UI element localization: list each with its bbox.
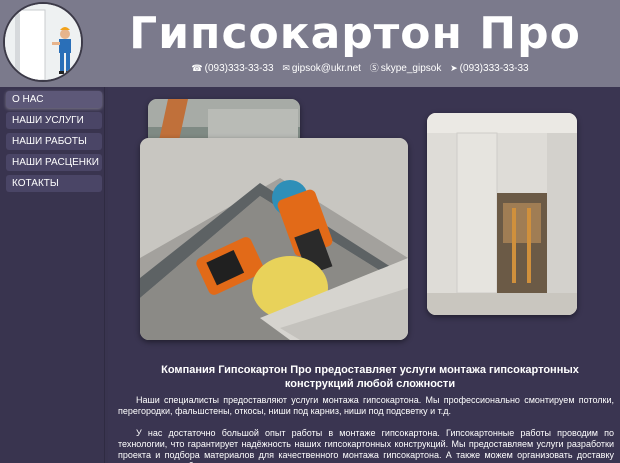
page-heading: Компания Гипсокартон Про предоставляет у… — [161, 364, 579, 390]
nav-item-about[interactable]: О НАС — [6, 91, 102, 108]
contact-skype[interactable]: Ⓢskype_gipsok — [370, 61, 442, 74]
skype-icon: Ⓢ — [369, 63, 379, 73]
sidebar: О НАС НАШИ УСЛУГИ НАШИ РАБОТЫ НАШИ РАСЦЕ… — [0, 87, 108, 463]
skype-text: skype_gipsok — [380, 63, 442, 74]
contact-bar: ☎ (093)333-33-33 ✉ gipsok@ukr.net Ⓢskype_g… — [150, 61, 570, 74]
intro-paragraph: Наши специалисты предоставляют услуги мо… — [118, 395, 614, 416]
phone-text: (093)333-33-33 — [204, 63, 274, 74]
phone-icon: ☎ — [191, 63, 203, 73]
contact-email[interactable]: ✉ gipsok@ukr.net — [282, 63, 361, 74]
experience-paragraph: У нас достаточно большой опыт работы в м… — [118, 428, 614, 463]
contact-phone[interactable]: ☎ (093)333-33-33 — [191, 63, 273, 74]
photo-drilling-drywall — [140, 138, 408, 340]
worker-illustration — [5, 4, 81, 80]
contact-messenger[interactable]: ➤ (093)333-33-33 — [450, 63, 528, 74]
sidebar-divider — [104, 87, 105, 463]
nav-item-contacts[interactable]: КОТАКТЫ — [6, 175, 102, 192]
logo[interactable] — [3, 2, 83, 82]
nav-item-works[interactable]: НАШИ РАБОТЫ — [6, 133, 102, 150]
main-nav: О НАС НАШИ УСЛУГИ НАШИ РАБОТЫ НАШИ РАСЦЕ… — [6, 91, 102, 196]
send-icon: ➤ — [450, 63, 458, 73]
email-text: gipsok@ukr.net — [291, 63, 361, 74]
photo-interior-drywall — [427, 113, 577, 315]
envelope-icon: ✉ — [282, 63, 290, 73]
site-header: Гипсокартон Про ☎ (093)333-33-33 ✉ gipsok@… — [0, 0, 620, 87]
messenger-text: (093)333-33-33 — [459, 63, 529, 74]
nav-item-services[interactable]: НАШИ УСЛУГИ — [6, 112, 102, 129]
site-title: Гипсокартон Про — [129, 8, 581, 59]
nav-item-prices[interactable]: НАШИ РАСЦЕНКИ — [6, 154, 102, 171]
